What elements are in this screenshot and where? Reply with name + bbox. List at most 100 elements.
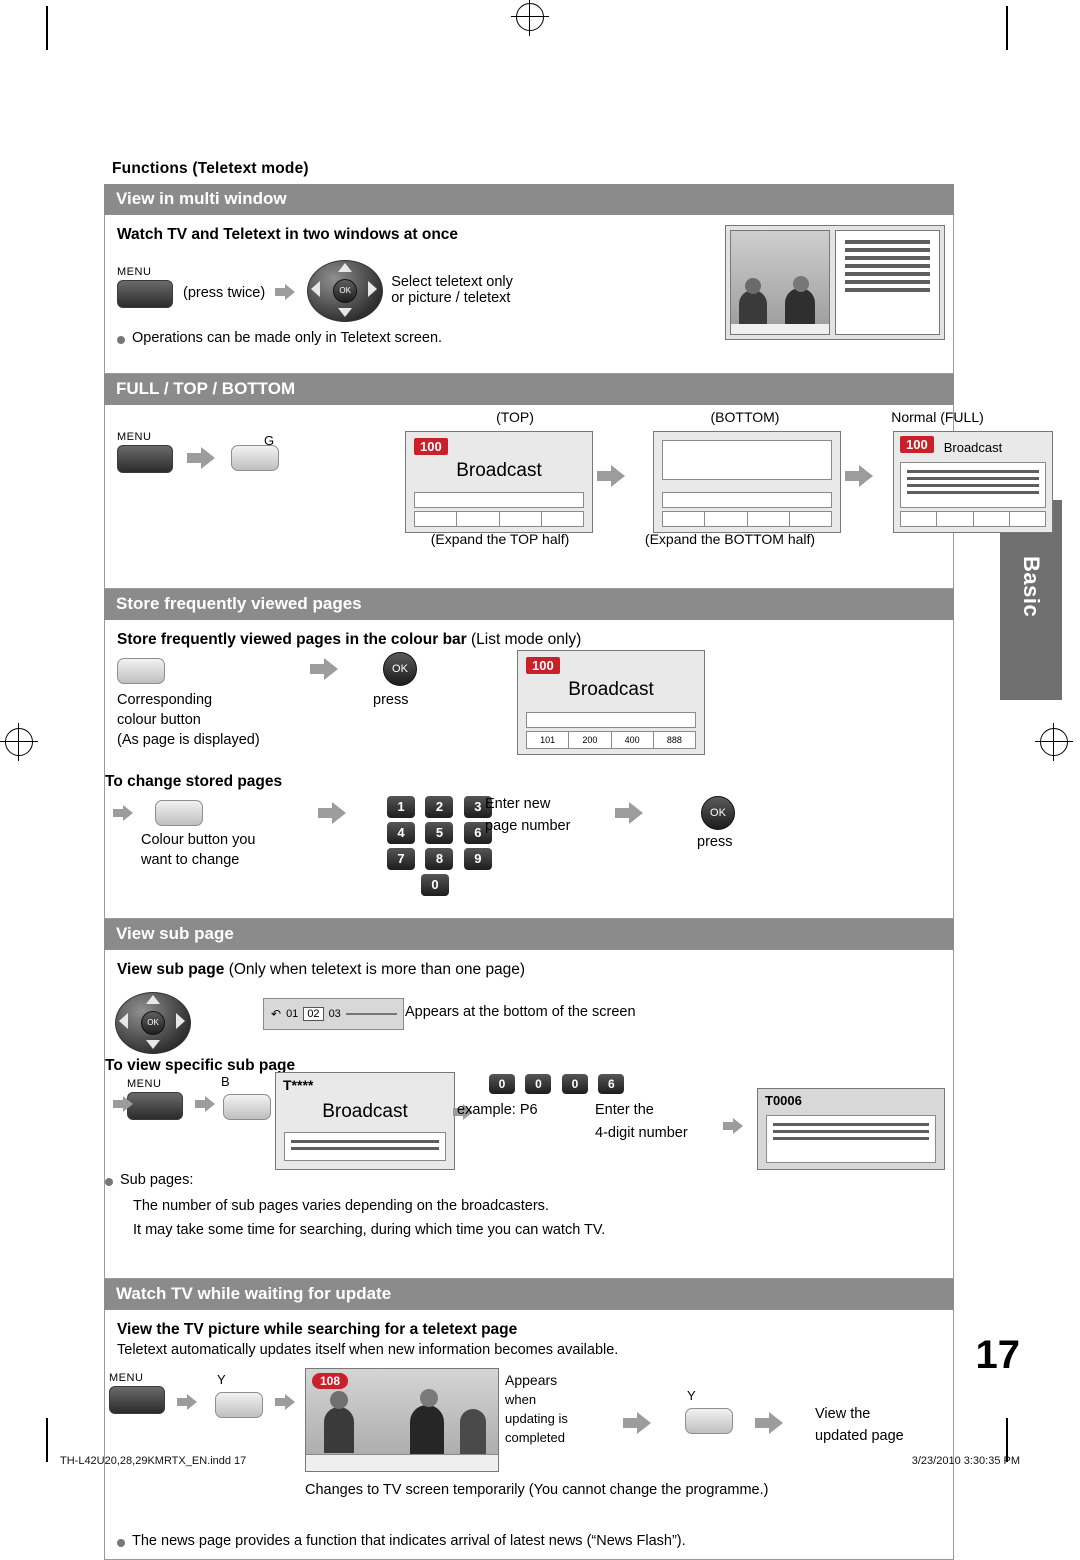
colour-button-y-label: Y xyxy=(217,1372,226,1387)
select-teletext-line2: or picture / teletext xyxy=(391,290,511,306)
digit-key-0b[interactable]: 0 xyxy=(525,1074,552,1094)
subpage-tab-03[interactable]: 03 xyxy=(329,1008,341,1020)
screen-code-label: T**** xyxy=(283,1077,314,1093)
section-body-watch-tv-update: View the TV picture while searching for … xyxy=(104,1310,954,1560)
subheading-view-sub-page: View sub page (Only when teletext is mor… xyxy=(117,961,941,979)
cursor-up-icon[interactable] xyxy=(338,263,353,272)
subpage-tab-01[interactable]: 01 xyxy=(286,1008,298,1020)
cursor-left-icon-2[interactable] xyxy=(119,1013,128,1029)
cursor-right-icon[interactable] xyxy=(368,281,378,297)
section-body-view-sub-page: View sub page (Only when teletext is mor… xyxy=(104,950,954,1279)
ok-button-center[interactable]: OK xyxy=(333,279,358,303)
changes-tv-screen-note: Changes to TV screen temporarily (You ca… xyxy=(305,1482,769,1498)
colour-button-g[interactable] xyxy=(231,445,279,471)
flow-arrow-3 xyxy=(597,465,627,487)
cursor-pad-1[interactable]: OK xyxy=(307,260,384,322)
digit-key-0a[interactable]: 0 xyxy=(489,1074,515,1094)
menu-button-group-3[interactable]: MENU xyxy=(127,1078,183,1120)
cursor-down-icon[interactable] xyxy=(338,308,353,317)
cursor-right-icon-2[interactable] xyxy=(176,1013,185,1029)
flow-arrow-9 xyxy=(113,1096,135,1112)
screen-full: 100 Broadcast xyxy=(893,431,1053,533)
sub-pages-note-title: Sub pages: xyxy=(120,1172,194,1188)
menu-button-4[interactable] xyxy=(109,1386,165,1414)
digit-key-6[interactable]: 6 xyxy=(598,1074,625,1094)
key-5[interactable]: 5 xyxy=(425,822,454,844)
key-7[interactable]: 7 xyxy=(387,848,415,870)
press-twice-label: (press twice) xyxy=(183,285,266,301)
colour-bar-cell: 200 xyxy=(569,732,612,748)
menu-button-group-1[interactable]: MENU xyxy=(117,266,173,308)
flow-arrow-10 xyxy=(195,1096,217,1112)
key-9[interactable]: 9 xyxy=(463,848,492,870)
caption-expand-top: (Expand the TOP half) xyxy=(430,531,570,547)
flow-arrow-2 xyxy=(187,447,217,469)
select-teletext-line1: Select teletext only xyxy=(391,274,513,290)
digit-key-0c[interactable]: 0 xyxy=(561,1074,588,1094)
change-line1: Colour button you xyxy=(141,832,256,848)
ok-button-store[interactable]: OK xyxy=(383,652,417,686)
colour-button-b[interactable] xyxy=(223,1094,271,1120)
colour-button-y-2[interactable] xyxy=(685,1408,733,1434)
menu-button-group-2[interactable]: MENU xyxy=(117,431,173,473)
subpage-divider xyxy=(345,1013,397,1015)
bullet-dot-3 xyxy=(117,1539,125,1547)
colour-button-label: colour button xyxy=(117,712,201,728)
section-header-view-in-multi-window: View in multi window xyxy=(104,184,954,215)
key-2[interactable]: 2 xyxy=(425,796,454,818)
sub-pages-note-line1: The number of sub pages varies depending… xyxy=(133,1198,549,1214)
four-digit-entry[interactable]: 0 0 0 6 xyxy=(489,1074,630,1094)
colour-button-y-label-2: Y xyxy=(687,1388,696,1403)
cursor-up-icon-2[interactable] xyxy=(146,995,160,1004)
page-number-badge-store: 100 xyxy=(526,657,560,674)
subheading-store-colour-bar-bold: Store frequently viewed pages in the col… xyxy=(117,631,467,648)
menu-button-label: MENU xyxy=(117,266,152,278)
menu-button[interactable] xyxy=(117,280,173,308)
key-0[interactable]: 0 xyxy=(421,874,449,896)
registration-mark-left xyxy=(0,723,38,761)
screen-top-half: 100 Broadcast xyxy=(405,431,593,533)
note-operations-teletext: Operations can be made only in Teletext … xyxy=(132,330,443,346)
colour-bar-cell: 888 xyxy=(666,735,682,745)
manual-page: Basic Viewing Teletext Functions (Telete… xyxy=(0,0,1080,1560)
page-content: Functions (Teletext mode) View in multi … xyxy=(104,160,1053,1560)
number-keypad[interactable]: 1 2 3 4 5 6 7 8 9 0 xyxy=(387,796,498,896)
caption-bottom: (BOTTOM) xyxy=(710,409,780,425)
key-1[interactable]: 1 xyxy=(387,796,415,818)
caption-normal-full: Normal (FULL) xyxy=(891,409,984,425)
ok-button-center-2[interactable]: OK xyxy=(141,1011,165,1035)
colour-button-store[interactable] xyxy=(117,658,165,684)
key-4[interactable]: 4 xyxy=(387,822,415,844)
subheading-view-tv-picture: View the TV picture while searching for … xyxy=(117,1321,518,1338)
colour-button-change[interactable] xyxy=(155,800,203,826)
menu-button-3[interactable] xyxy=(127,1092,183,1120)
page-number-badge-top: 100 xyxy=(414,438,448,455)
menu-button-group-4[interactable]: MENU xyxy=(109,1372,165,1414)
sub-page-tab-strip: ↶ 01 02 03 xyxy=(263,998,404,1030)
cursor-left-icon[interactable] xyxy=(311,281,321,297)
page-number: 17 xyxy=(975,1333,1021,1377)
flow-arrow-14 xyxy=(275,1394,297,1410)
as-page-displayed-label: (As page is displayed) xyxy=(117,732,260,748)
cursor-pad-2[interactable]: OK xyxy=(115,992,191,1054)
section-body-view-in-multi-window: Watch TV and Teletext in two windows at … xyxy=(104,215,954,374)
ok-button-change[interactable]: OK xyxy=(701,796,735,830)
flow-arrow-1 xyxy=(275,284,297,300)
subheading-store-colour-bar: Store frequently viewed pages in the col… xyxy=(117,631,941,649)
teletext-auto-update-desc: Teletext automatically updates itself wh… xyxy=(117,1342,619,1358)
menu-button-2[interactable] xyxy=(117,445,173,473)
appears-bottom-label: Appears at the bottom of the screen xyxy=(405,1004,636,1020)
flow-arrow-5 xyxy=(310,658,340,680)
menu-button-label-4: MENU xyxy=(109,1372,144,1384)
bullet-dot xyxy=(117,336,125,344)
page-number-badge-108: 108 xyxy=(312,1373,349,1389)
illustration-tv-picture xyxy=(730,230,830,335)
flow-arrow-4 xyxy=(845,465,875,487)
cursor-down-icon-2[interactable] xyxy=(146,1040,160,1049)
press-label-2: press xyxy=(697,834,733,850)
subpage-tab-02[interactable]: 02 xyxy=(303,1007,324,1021)
section-header-view-sub-page: View sub page xyxy=(104,919,954,950)
subheading-store-colour-bar-reg: (List mode only) xyxy=(466,631,582,648)
colour-button-y[interactable] xyxy=(215,1392,263,1418)
key-8[interactable]: 8 xyxy=(425,848,454,870)
